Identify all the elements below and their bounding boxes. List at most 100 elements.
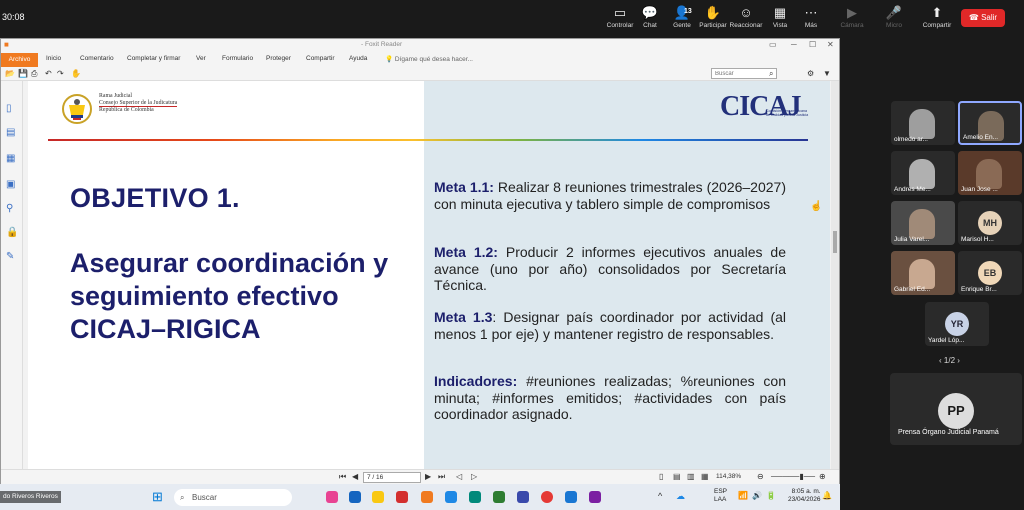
attachment-icon[interactable]: ⚲: [6, 203, 18, 214]
search-icon[interactable]: ⌕: [769, 69, 773, 79]
minimize-button[interactable]: ─: [791, 40, 797, 49]
cicaj-logo-subtitle: Comisión Iberoamericana de Calidad para …: [766, 109, 809, 118]
page-number-input[interactable]: 7 / 16: [363, 472, 421, 483]
participant-tile[interactable]: Andres Me...: [891, 151, 955, 195]
more-button[interactable]: ⋯ Más: [791, 6, 831, 30]
pages-icon[interactable]: ▤: [6, 127, 18, 138]
menu-compartir[interactable]: Compartir: [306, 55, 335, 62]
single-page-icon[interactable]: ▯: [659, 472, 663, 481]
taskbar-search[interactable]: ⌕ Buscar: [174, 489, 292, 506]
participant-tile[interactable]: Amelio En...: [958, 101, 1022, 145]
language-indicator[interactable]: ESP LAA: [714, 488, 727, 504]
zoom-out-button[interactable]: ⊖: [757, 472, 764, 481]
close-button[interactable]: ✕: [827, 40, 834, 49]
search-icon: ⌕: [180, 493, 185, 502]
open-icon[interactable]: 📂: [5, 69, 15, 78]
forward-view-icon[interactable]: ▷: [471, 472, 477, 481]
menu-proteger[interactable]: Proteger: [266, 55, 291, 62]
people-count-badge: 13: [684, 8, 692, 15]
share-button[interactable]: ⬆ Compartir: [917, 6, 957, 30]
vertical-scrollbar[interactable]: [831, 81, 839, 469]
participant-tile[interactable]: EB Enrique Br...: [958, 251, 1022, 295]
copilot-icon[interactable]: [326, 491, 338, 503]
color-stripe: [48, 139, 808, 141]
settings-icon[interactable]: ⚙: [807, 69, 814, 78]
notification-icon[interactable]: 🔔: [822, 491, 832, 500]
cloud-icon[interactable]: ☁: [676, 491, 685, 502]
featured-participant-tile[interactable]: PP Prensa Órgano Judicial Panamá: [890, 373, 1022, 445]
windows-start-icon[interactable]: ⊞: [152, 489, 163, 505]
excel-icon[interactable]: [493, 491, 505, 503]
camera-button[interactable]: ▶ Cámara: [832, 5, 872, 30]
chevron-right-icon[interactable]: ›: [955, 356, 960, 365]
nav-panel: ▯ ▤ ▦ ▣ ⚲ 🔒 ✎: [1, 81, 23, 469]
facing-icon[interactable]: ▥: [687, 472, 695, 481]
comment-icon[interactable]: ▣: [6, 179, 18, 190]
zoom-in-button[interactable]: ⊕: [819, 472, 826, 481]
maximize-button[interactable]: ☐: [809, 40, 816, 49]
app-icon[interactable]: [589, 491, 601, 503]
mail-icon[interactable]: [565, 491, 577, 503]
leave-button[interactable]: ☎ Salir: [961, 9, 1005, 27]
quick-toolbar: 📂 💾 ⎙ ↶ ↷ ✋ ⌕ ⚙ ▼: [1, 67, 839, 81]
tell-me-box[interactable]: 💡 Dígame qué desea hacer...: [385, 55, 473, 63]
zoom-slider[interactable]: ─────▮──: [771, 472, 815, 481]
menu-formulario[interactable]: Formulario: [222, 55, 253, 62]
menu-inicio[interactable]: Inicio: [46, 55, 61, 62]
foxit-icon[interactable]: [421, 491, 433, 503]
participant-tile[interactable]: Julia Varel...: [891, 201, 955, 245]
avatar: MH: [978, 211, 1002, 235]
tray-chevron-icon[interactable]: ^: [658, 491, 662, 501]
battery-icon[interactable]: 🔋: [766, 491, 776, 500]
search-input[interactable]: [711, 68, 777, 79]
minimize-icon[interactable]: ▭: [769, 40, 777, 49]
page-icon[interactable]: ▯: [6, 103, 18, 114]
meta-1-1: Meta 1.1: Realizar 8 reuniones trimestra…: [434, 179, 786, 212]
sign-icon[interactable]: ✎: [6, 251, 18, 262]
edge-icon[interactable]: [469, 491, 481, 503]
outlook-icon[interactable]: [349, 491, 361, 503]
redo-icon[interactable]: ↷: [57, 69, 64, 78]
back-view-icon[interactable]: ◁: [456, 472, 462, 481]
last-page-button[interactable]: ⏭: [438, 472, 445, 482]
participant-tile[interactable]: Gabriel Ed...: [891, 251, 955, 295]
print-icon[interactable]: ⎙: [31, 69, 37, 79]
participant-tile[interactable]: YR Yardel Lóp...: [925, 302, 989, 346]
participant-tile[interactable]: Juan Jose ...: [958, 151, 1022, 195]
acrobat-icon[interactable]: [396, 491, 408, 503]
participant-tile[interactable]: MH Marisol H...: [958, 201, 1022, 245]
system-clock[interactable]: 8:05 a. m. 23/04/2026: [788, 488, 821, 504]
volume-icon[interactable]: 🔊: [752, 491, 762, 500]
active-speaker-label: do Riveros Riveros: [0, 491, 61, 503]
menu-ver[interactable]: Ver: [196, 55, 206, 62]
explorer-icon[interactable]: [372, 491, 384, 503]
teams-icon[interactable]: [445, 491, 457, 503]
first-page-button[interactable]: ⏮: [339, 472, 346, 482]
wifi-icon[interactable]: 📶: [738, 491, 748, 500]
zoom-level: 114,38%: [716, 473, 742, 480]
continuous-icon[interactable]: ▤: [673, 472, 681, 481]
gallery-pager[interactable]: ‹ 1/2 ›: [939, 356, 960, 365]
fit-icon[interactable]: ▦: [701, 472, 709, 481]
camera-off-icon: ▶: [847, 5, 857, 20]
windows-taskbar: ⊞ ⌕ Buscar ^ ☁ ESP LAA 📶 🔊 🔋 8:05 a. m. 23/…: [0, 484, 840, 510]
next-page-button[interactable]: ▶: [425, 472, 431, 481]
prev-page-button[interactable]: ◀: [352, 472, 358, 481]
hand-tool-icon[interactable]: ✋: [71, 69, 81, 78]
scroll-thumb[interactable]: [833, 231, 837, 253]
menu-archivo[interactable]: Archivo: [1, 53, 38, 67]
participant-video: [909, 209, 935, 239]
avatar: YR: [945, 312, 969, 336]
bookmark-icon[interactable]: ▼: [823, 69, 831, 78]
menu-completar[interactable]: Completar y firmar: [127, 55, 180, 62]
layers-icon[interactable]: ▦: [6, 153, 18, 164]
zoom-app-icon[interactable]: [517, 491, 529, 503]
undo-icon[interactable]: ↶: [45, 69, 52, 78]
lock-icon[interactable]: 🔒: [6, 227, 18, 238]
participant-tile[interactable]: olmedo ar...: [891, 101, 955, 145]
save-icon[interactable]: 💾: [18, 69, 28, 78]
menu-ayuda[interactable]: Ayuda: [349, 55, 367, 62]
mic-button[interactable]: 🎤 Micro: [874, 6, 914, 30]
chrome-icon[interactable]: [541, 491, 553, 503]
menu-comentario[interactable]: Comentario: [80, 55, 114, 62]
